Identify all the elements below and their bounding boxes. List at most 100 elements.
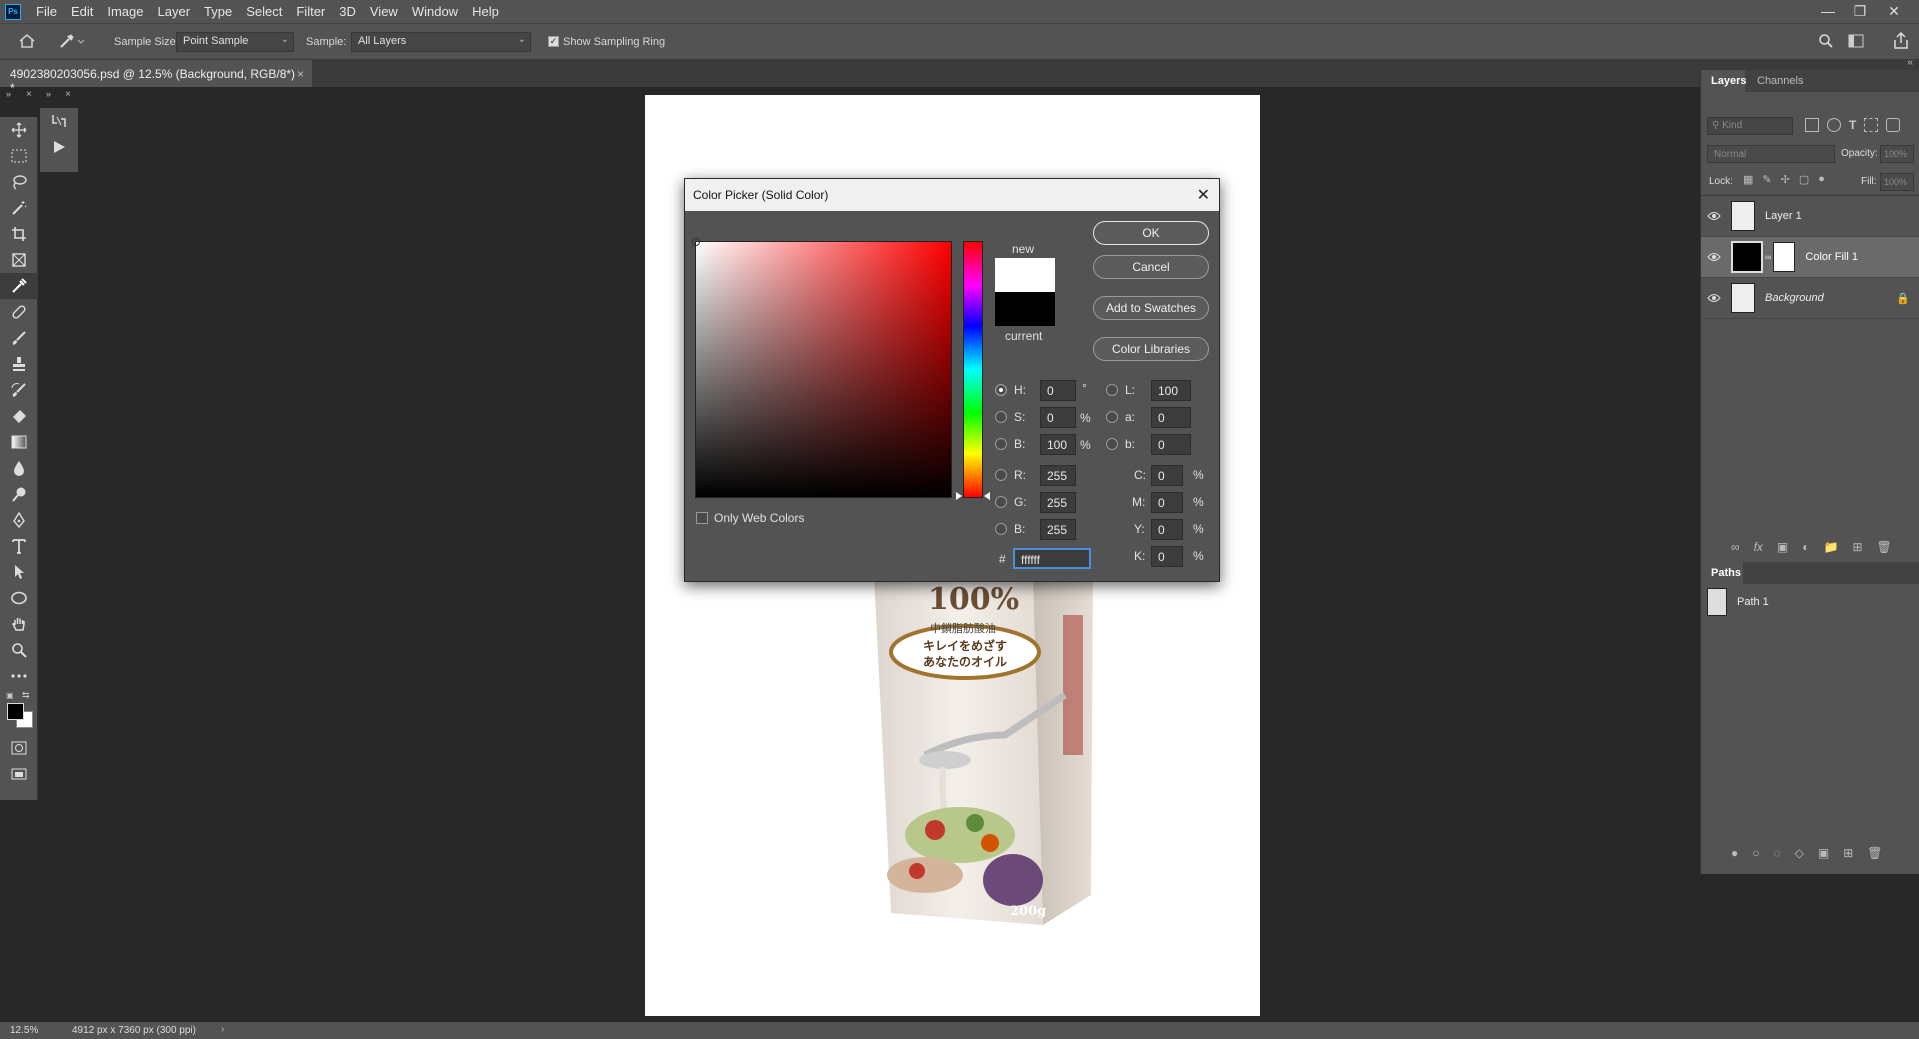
lasso-tool-icon[interactable] xyxy=(0,169,38,195)
lightness-field[interactable]: 100 xyxy=(1151,380,1191,401)
layer-mask-thumbnail[interactable] xyxy=(1773,242,1796,272)
search-icon[interactable] xyxy=(1818,33,1834,49)
share-icon[interactable] xyxy=(1893,32,1909,50)
black-field[interactable]: 0 xyxy=(1151,546,1183,567)
lock-artboard-icon[interactable]: ▢ xyxy=(1799,173,1809,186)
brightness-field[interactable]: 100 xyxy=(1040,434,1076,455)
lock-icon[interactable]: 🔒 xyxy=(1896,292,1910,305)
menu-type[interactable]: Type xyxy=(197,4,239,19)
filter-type-icon[interactable]: T xyxy=(1849,118,1856,132)
actions-play-icon[interactable] xyxy=(40,134,78,160)
tab-paths[interactable]: Paths xyxy=(1711,567,1741,579)
add-path-mask-icon[interactable]: ▣ xyxy=(1818,846,1829,860)
link-icon[interactable]: ∞ xyxy=(1765,252,1771,262)
radio-saturation[interactable] xyxy=(995,411,1007,423)
pen-tool-icon[interactable] xyxy=(0,507,38,533)
default-colors-icon[interactable]: ▣ xyxy=(6,691,14,700)
blue-field[interactable]: 255 xyxy=(1040,519,1076,540)
marquee-tool-icon[interactable] xyxy=(0,143,38,169)
menu-layer[interactable]: Layer xyxy=(151,4,198,19)
path-selection-tool-icon[interactable] xyxy=(0,559,38,585)
load-selection-icon[interactable]: ◌ xyxy=(1774,846,1781,860)
healing-brush-tool-icon[interactable] xyxy=(0,299,38,325)
collapse-panels-icon[interactable]: « xyxy=(1907,57,1913,68)
foreground-color-swatch[interactable] xyxy=(7,703,24,720)
radio-a[interactable] xyxy=(1106,411,1118,423)
adjustment-layer-icon[interactable]: ◐ xyxy=(1802,540,1809,554)
menu-filter[interactable]: Filter xyxy=(289,4,332,19)
hue-slider-left-arrow-icon[interactable] xyxy=(956,492,962,500)
menu-view[interactable]: View xyxy=(363,4,405,19)
lock-image-icon[interactable]: ✎ xyxy=(1762,173,1771,186)
stroke-path-icon[interactable]: ○ xyxy=(1752,846,1759,860)
clone-stamp-tool-icon[interactable] xyxy=(0,351,38,377)
radio-b[interactable] xyxy=(1106,438,1118,450)
close-window-icon[interactable]: ✕ xyxy=(1876,0,1912,22)
sample-select[interactable]: All Layers ⌄ xyxy=(351,32,531,52)
lock-position-icon[interactable]: ✢ xyxy=(1781,173,1790,186)
close-tab-icon[interactable]: × xyxy=(297,67,304,81)
b-field[interactable]: 0 xyxy=(1151,434,1191,455)
visibility-eye-icon[interactable] xyxy=(1701,211,1727,221)
move-tool-icon[interactable] xyxy=(0,117,38,143)
gradient-tool-icon[interactable] xyxy=(0,429,38,455)
tab-channels[interactable]: Channels xyxy=(1757,75,1803,87)
hex-field[interactable]: ffffff xyxy=(1013,548,1091,569)
blend-mode-select[interactable]: Normal xyxy=(1707,145,1835,163)
chevron-right-icon[interactable]: › xyxy=(221,1024,224,1035)
lock-transparent-icon[interactable]: ▦ xyxy=(1743,173,1753,186)
link-layers-icon[interactable]: ∞ xyxy=(1731,540,1740,554)
restore-icon[interactable]: ❐ xyxy=(1842,0,1878,22)
layer-row[interactable]: Layer 1 xyxy=(1701,196,1919,237)
close-toolbar-icon[interactable]: × xyxy=(26,89,32,100)
color-fill-thumbnail[interactable] xyxy=(1731,241,1763,273)
eyedropper-tool-icon[interactable] xyxy=(0,273,38,299)
a-field[interactable]: 0 xyxy=(1151,407,1191,428)
filter-pixel-icon[interactable] xyxy=(1805,118,1819,132)
radio-brightness[interactable] xyxy=(995,438,1007,450)
menu-image[interactable]: Image xyxy=(100,4,150,19)
menu-edit[interactable]: Edit xyxy=(64,4,100,19)
swap-colors-icon[interactable]: ⇆ xyxy=(22,690,30,701)
dodge-tool-icon[interactable] xyxy=(0,481,38,507)
layer-row[interactable]: Background 🔒 xyxy=(1701,278,1919,319)
only-web-colors-checkbox[interactable] xyxy=(696,512,708,524)
screen-mode-icon[interactable] xyxy=(0,761,38,787)
radio-green[interactable] xyxy=(995,496,1007,508)
layer-row-selected[interactable]: ∞ Color Fill 1 xyxy=(1701,237,1919,278)
menu-3d[interactable]: 3D xyxy=(332,4,363,19)
fill-path-icon[interactable]: ● xyxy=(1731,846,1738,860)
hue-field[interactable]: 0 xyxy=(1040,380,1076,401)
color-field-marker[interactable] xyxy=(692,238,700,246)
hue-slider[interactable] xyxy=(963,241,983,498)
new-path-icon[interactable]: ⊞ xyxy=(1843,846,1853,860)
frame-tool-icon[interactable] xyxy=(0,247,38,273)
red-field[interactable]: 255 xyxy=(1040,465,1076,486)
blur-tool-icon[interactable] xyxy=(0,455,38,481)
add-mask-icon[interactable]: ▣ xyxy=(1777,540,1788,554)
collapse-toolbar2-icon[interactable]: » xyxy=(46,89,51,99)
new-group-icon[interactable]: 📁 xyxy=(1824,540,1839,554)
radio-red[interactable] xyxy=(995,469,1007,481)
green-field[interactable]: 255 xyxy=(1040,492,1076,513)
tab-layers[interactable]: Layers xyxy=(1711,75,1746,87)
show-sampling-ring-checkbox[interactable]: ✓ xyxy=(548,36,559,47)
yellow-field[interactable]: 0 xyxy=(1151,519,1183,540)
workspace-icon[interactable] xyxy=(1848,33,1864,49)
quick-mask-icon[interactable] xyxy=(0,735,38,761)
filter-shape-icon[interactable] xyxy=(1864,118,1879,132)
menu-select[interactable]: Select xyxy=(239,4,289,19)
delete-path-icon[interactable]: 🗑 xyxy=(1867,846,1882,860)
more-tools-icon[interactable] xyxy=(0,663,38,689)
eyedropper-preset-icon[interactable] xyxy=(58,33,86,49)
zoom-tool-icon[interactable] xyxy=(0,637,38,663)
document-tab[interactable]: 4902380203056.psd @ 12.5% (Background, R… xyxy=(0,60,312,95)
visibility-eye-icon[interactable] xyxy=(1701,293,1727,303)
new-layer-icon[interactable]: ⊞ xyxy=(1852,540,1862,554)
menu-window[interactable]: Window xyxy=(405,4,465,19)
menu-file[interactable]: File xyxy=(29,4,64,19)
hue-slider-right-arrow-icon[interactable] xyxy=(984,492,990,500)
color-libraries-button[interactable]: Color Libraries xyxy=(1093,337,1209,361)
type-tool-icon[interactable] xyxy=(0,533,38,559)
collapse-toolbar-icon[interactable]: » xyxy=(6,89,11,99)
